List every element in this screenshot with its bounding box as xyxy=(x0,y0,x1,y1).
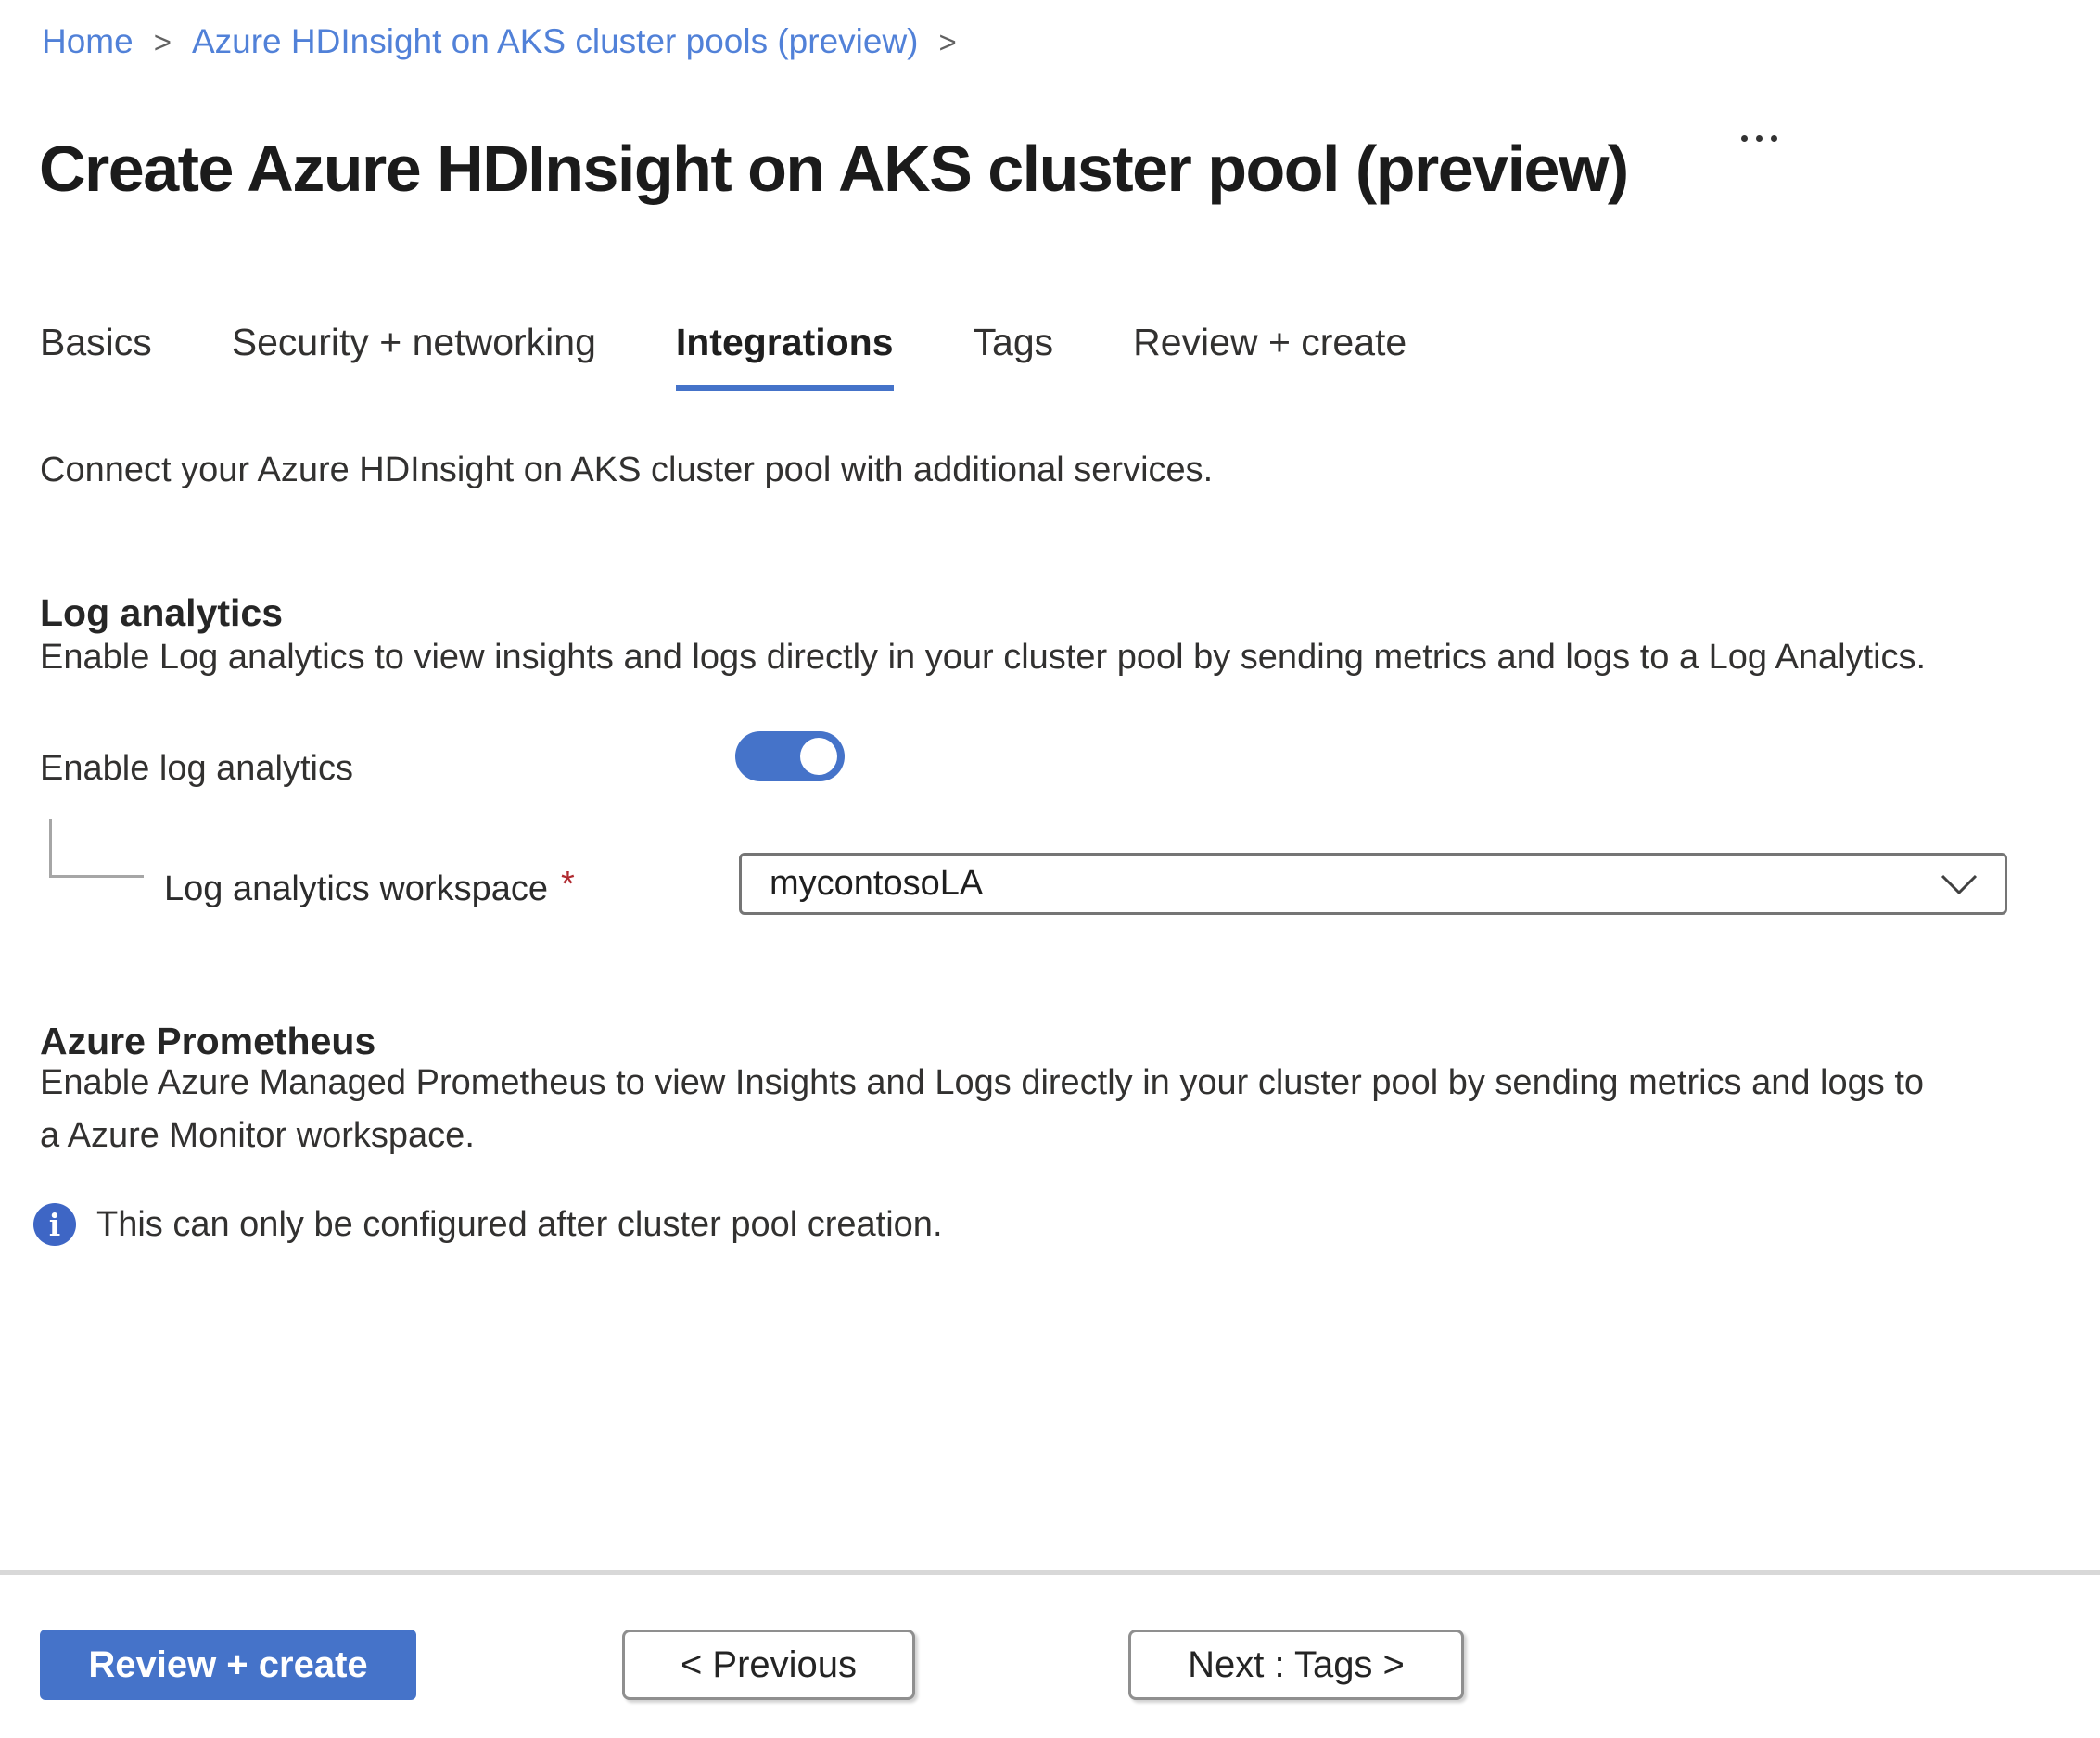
required-asterisk: * xyxy=(561,865,575,904)
footer-divider xyxy=(0,1570,2100,1575)
tab-integrations[interactable]: Integrations xyxy=(675,320,894,391)
tab-tags[interactable]: Tags xyxy=(974,320,1054,391)
page-title: Create Azure HDInsight on AKS cluster po… xyxy=(39,132,1629,205)
breadcrumb-separator-icon: > xyxy=(938,25,957,59)
ellipsis-dot xyxy=(1756,135,1763,142)
next-tags-button[interactable]: Next : Tags > xyxy=(1128,1630,1464,1700)
info-message-text: This can only be configured after cluste… xyxy=(96,1204,943,1244)
tab-basics[interactable]: Basics xyxy=(40,320,152,391)
review-create-button[interactable]: Review + create xyxy=(40,1630,416,1700)
description-line: a Azure Monitor workspace. xyxy=(40,1116,475,1155)
tab-security-networking[interactable]: Security + networking xyxy=(232,320,596,391)
intro-text: Connect your Azure HDInsight on AKS clus… xyxy=(40,450,1214,489)
description-line: Enable Azure Managed Prometheus to view … xyxy=(40,1063,1925,1102)
breadcrumb-separator-icon: > xyxy=(153,25,172,59)
indent-connector xyxy=(49,819,144,878)
breadcrumb-link-home[interactable]: Home xyxy=(42,21,134,62)
wizard-tabs: Basics Security + networking Integration… xyxy=(40,320,1406,391)
breadcrumb: Home > Azure HDInsight on AKS cluster po… xyxy=(42,20,957,63)
enable-log-analytics-toggle[interactable] xyxy=(735,731,845,781)
ellipsis-dot xyxy=(1741,135,1748,142)
previous-button[interactable]: < Previous xyxy=(622,1630,915,1700)
ellipsis-dot xyxy=(1771,135,1777,142)
field-label-text: Log analytics workspace xyxy=(164,869,548,908)
enable-log-analytics-label: Enable log analytics xyxy=(40,749,353,788)
breadcrumb-link-cluster-pools[interactable]: Azure HDInsight on AKS cluster pools (pr… xyxy=(192,21,919,62)
create-cluster-pool-page: Home > Azure HDInsight on AKS cluster po… xyxy=(0,0,2100,1738)
chevron-down-icon xyxy=(1941,874,1978,894)
more-options-icon[interactable] xyxy=(1734,128,1785,149)
toggle-knob-icon xyxy=(800,738,837,775)
azure-prometheus-description: Enable Azure Managed Prometheus to view … xyxy=(40,1057,1924,1162)
log-analytics-heading: Log analytics xyxy=(40,591,284,635)
log-analytics-workspace-label: Log analytics workspace * xyxy=(164,865,575,909)
log-analytics-workspace-dropdown[interactable]: mycontosoLA xyxy=(739,853,2007,915)
log-analytics-description: Enable Log analytics to view insights an… xyxy=(40,638,1927,677)
info-icon: i xyxy=(33,1203,76,1246)
dropdown-selected-value: mycontosoLA xyxy=(770,864,984,903)
tab-review-create[interactable]: Review + create xyxy=(1133,320,1406,391)
info-message-row: i This can only be configured after clus… xyxy=(33,1203,943,1246)
